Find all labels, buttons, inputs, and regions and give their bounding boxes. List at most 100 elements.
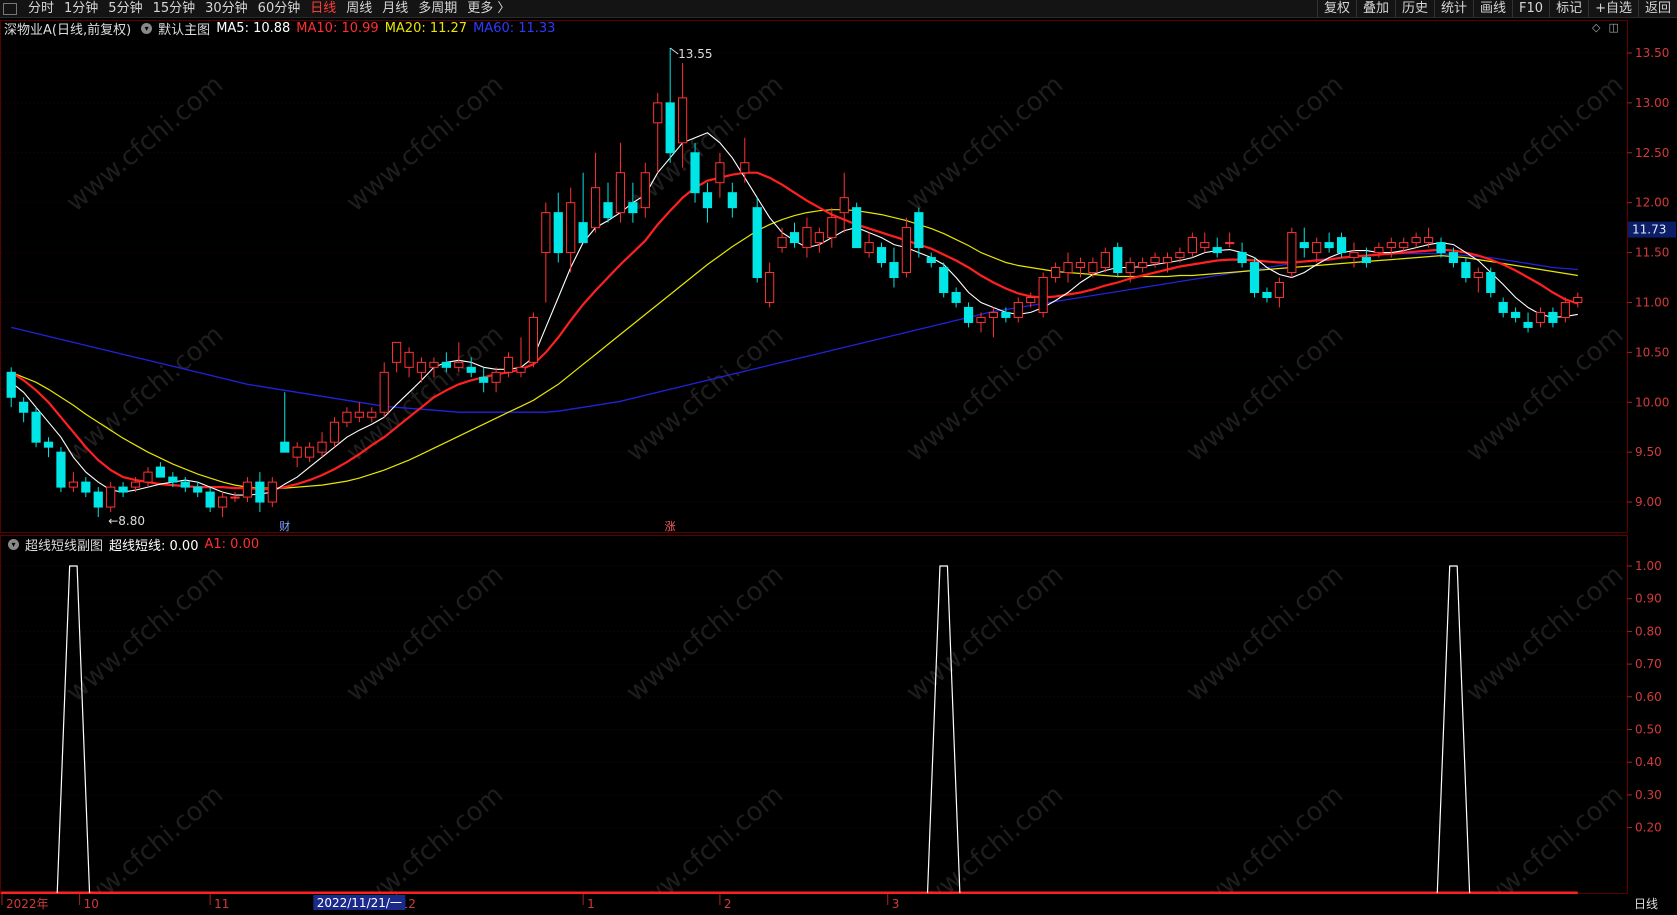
candle-body — [553, 212, 563, 254]
price-tick-label: 10.00 — [1635, 395, 1669, 409]
candle-body — [392, 341, 402, 363]
price-tick-label: 11.00 — [1635, 295, 1669, 309]
price-tick-label: 12.00 — [1635, 196, 1669, 210]
candle-body — [1486, 272, 1496, 293]
watermark-text: www.cfchi.com — [341, 320, 510, 468]
sub-indicator-name[interactable]: 超线短线副图 — [25, 535, 103, 554]
watermark-text: www.cfchi.com — [621, 320, 790, 468]
tab-period-4[interactable]: 30分钟 — [200, 0, 253, 17]
period-label: 日线 — [1634, 897, 1658, 911]
toolbar-button-5[interactable]: F10 — [1512, 0, 1549, 17]
tab-period-8[interactable]: 月线 — [377, 0, 413, 17]
candle-body — [143, 471, 153, 483]
watermark-text: www.cfchi.com — [621, 780, 790, 915]
candle-body — [653, 102, 663, 124]
candle-body — [317, 441, 327, 453]
toolbar-button-0[interactable]: 复权 — [1316, 0, 1356, 17]
candle-body — [217, 496, 228, 508]
tab-period-9[interactable]: 多周期 — [413, 0, 462, 17]
date-axis-bg — [0, 894, 1677, 915]
menu-square-icon[interactable] — [3, 2, 17, 15]
candle-body — [1448, 252, 1459, 264]
candle-body — [963, 306, 974, 323]
candle-body — [802, 227, 812, 249]
candle-body — [1249, 262, 1260, 293]
watermark-text: www.cfchi.com — [1181, 780, 1350, 915]
chaoxian-line — [56, 565, 1471, 894]
current-price-text: 11.73 — [1632, 223, 1666, 237]
watermark-text: www.cfchi.com — [621, 70, 790, 218]
toolbar-button-6[interactable]: 标记 — [1549, 0, 1588, 17]
candle-body — [1262, 291, 1272, 298]
candle-body — [1374, 247, 1384, 254]
candle-body — [951, 291, 961, 303]
toolbar-button-1[interactable]: 叠加 — [1355, 0, 1395, 17]
diamond-icon[interactable]: ◇ — [1592, 21, 1600, 34]
candle-body — [926, 257, 936, 264]
tab-period-2[interactable]: 5分钟 — [103, 0, 147, 17]
tab-period-0[interactable]: 分时 — [23, 0, 59, 17]
watermark-text: www.cfchi.com — [901, 320, 1070, 468]
candle-body — [379, 371, 389, 413]
candle-body — [615, 172, 626, 214]
date-tick-label: 10 — [84, 897, 99, 911]
window-icon[interactable]: ◫ — [1608, 21, 1618, 34]
toolbar-button-8[interactable]: 返回 — [1637, 0, 1677, 17]
candle-body — [1473, 272, 1483, 279]
watermark-text: www.cfchi.com — [901, 560, 1070, 708]
tab-period-6[interactable]: 日线 — [305, 0, 341, 17]
candle-body — [864, 242, 874, 254]
sub-tick-label: 0.30 — [1635, 788, 1662, 802]
tab-period-10[interactable]: 更多 〉 — [462, 0, 515, 17]
candle-body — [1237, 252, 1247, 264]
candle-body — [1150, 257, 1160, 264]
candle-body — [777, 237, 787, 249]
ma5-line — [10, 132, 1578, 496]
template-name[interactable]: 默认主图 — [158, 19, 210, 38]
period-toolbar: 分时 1分钟 5分钟 15分钟 30分钟 60分钟 日线 周线 月线 多周期 更多 〉 复权 叠加 历史… — [0, 0, 1677, 18]
candle-body — [1324, 242, 1334, 249]
sub-tick-label: 0.40 — [1635, 755, 1662, 769]
watermark-text: www.cfchi.com — [61, 780, 230, 915]
price-tick-label: 13.00 — [1635, 96, 1669, 110]
toolbar-button-2[interactable]: 历史 — [1394, 0, 1434, 17]
watermark-text: www.cfchi.com — [61, 70, 230, 218]
tab-period-3[interactable]: 15分钟 — [148, 0, 201, 17]
chevron-down-icon[interactable]: ▾ — [8, 539, 19, 550]
candle-body — [1063, 262, 1073, 274]
candle-body — [1573, 296, 1583, 303]
sub-line1-value: 超线短线: 0.00 — [109, 539, 199, 554]
toolbar-button-4[interactable]: 画线 — [1473, 0, 1512, 17]
finance-marker: 财 — [279, 519, 290, 533]
candle-body — [31, 411, 41, 443]
current-price-tag — [1628, 221, 1676, 238]
candle-body — [180, 481, 190, 488]
toolbar-button-3[interactable]: 统计 — [1434, 0, 1473, 17]
watermark-text: www.cfchi.com — [61, 320, 230, 468]
sub-indicator-lines — [1, 565, 1578, 895]
price-tick-label: 13.50 — [1635, 46, 1669, 60]
toolbar-button-7[interactable]: +自选 — [1588, 0, 1638, 17]
candle-body — [429, 361, 439, 368]
candle-body — [1100, 252, 1110, 269]
tab-period-7[interactable]: 周线 — [341, 0, 377, 17]
watermark-text: www.cfchi.com — [1461, 780, 1630, 915]
candle-body — [1436, 242, 1446, 254]
kline-chart: www.cfchi.com www.cfchi.com www.cfchi.com w… — [0, 20, 1677, 915]
price-tick-label: 11.50 — [1635, 246, 1669, 260]
candle-body — [205, 491, 215, 508]
price-tick-label: 9.50 — [1635, 445, 1662, 459]
candle-body — [1312, 242, 1322, 254]
watermark-text: www.cfchi.com — [61, 560, 230, 708]
ma20-value: MA20: 11.27 — [384, 21, 468, 36]
candle-body — [603, 202, 613, 219]
candle-body — [752, 207, 762, 279]
sub-tick-label: 0.50 — [1635, 723, 1662, 737]
candle-body — [1386, 242, 1396, 249]
candle-body — [1287, 232, 1297, 274]
tab-period-5[interactable]: 60分钟 — [253, 0, 306, 17]
watermark-text: www.cfchi.com — [901, 780, 1070, 915]
candle-body — [1511, 311, 1521, 318]
chevron-down-icon[interactable]: ▾ — [141, 23, 153, 34]
tab-period-1[interactable]: 1分钟 — [59, 0, 103, 17]
